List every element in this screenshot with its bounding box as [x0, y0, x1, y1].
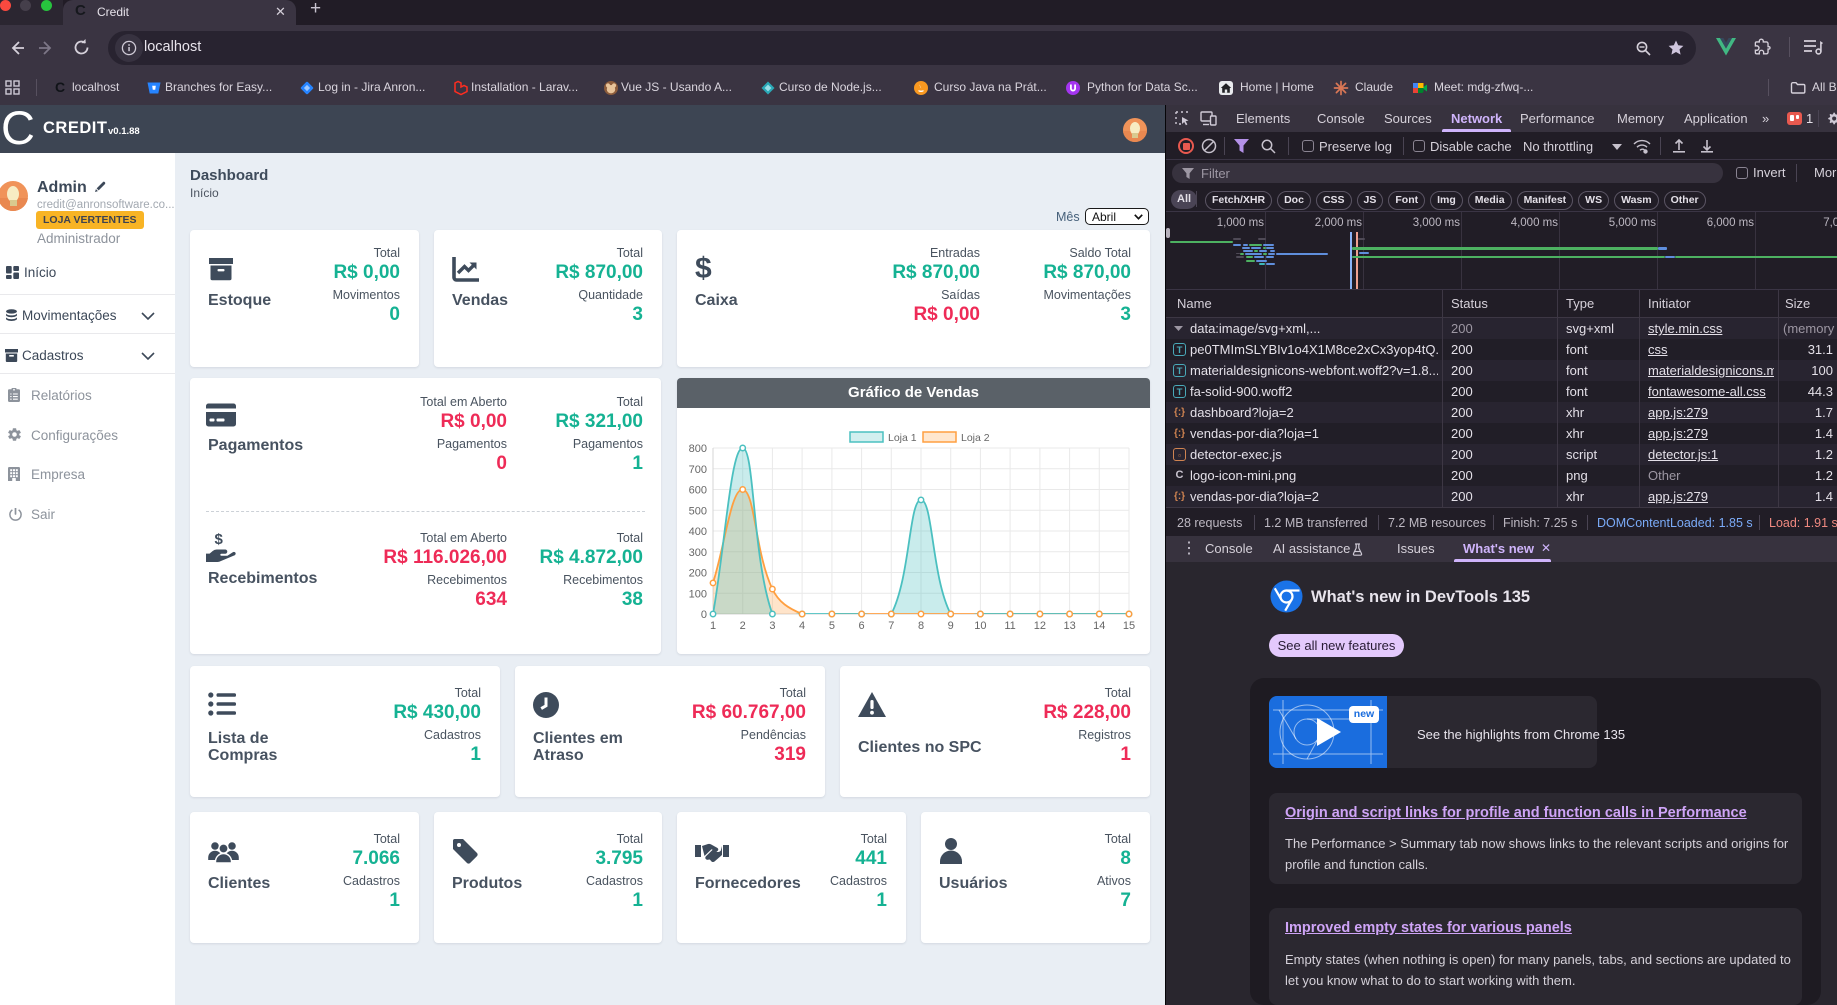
svg-text:7: 7	[888, 620, 894, 632]
svg-text:8: 8	[918, 620, 924, 632]
svg-text:15: 15	[1123, 620, 1135, 632]
svg-text:4: 4	[799, 620, 805, 632]
svg-text:2: 2	[740, 620, 746, 632]
svg-text:9: 9	[948, 620, 954, 632]
svg-text:300: 300	[689, 547, 707, 559]
svg-text:3: 3	[769, 620, 775, 632]
svg-text:700: 700	[689, 464, 707, 476]
svg-text:6: 6	[859, 620, 865, 632]
svg-text:5: 5	[829, 620, 835, 632]
svg-text:500: 500	[689, 505, 707, 517]
svg-text:1: 1	[710, 620, 716, 632]
svg-text:Loja 1: Loja 1	[888, 432, 917, 444]
svg-text:11: 11	[1004, 620, 1015, 632]
svg-text:Loja 2: Loja 2	[961, 432, 990, 444]
svg-text:200: 200	[689, 568, 707, 580]
svg-text:10: 10	[974, 620, 986, 632]
svg-text:0: 0	[701, 609, 707, 621]
svg-text:100: 100	[689, 588, 707, 600]
svg-text:12: 12	[1034, 620, 1046, 632]
svg-text:13: 13	[1063, 620, 1075, 632]
svg-text:$: $	[215, 531, 224, 548]
svg-text:400: 400	[689, 526, 707, 538]
svg-text:14: 14	[1093, 620, 1105, 632]
svg-text:600: 600	[689, 485, 707, 497]
svg-text:800: 800	[689, 443, 707, 455]
